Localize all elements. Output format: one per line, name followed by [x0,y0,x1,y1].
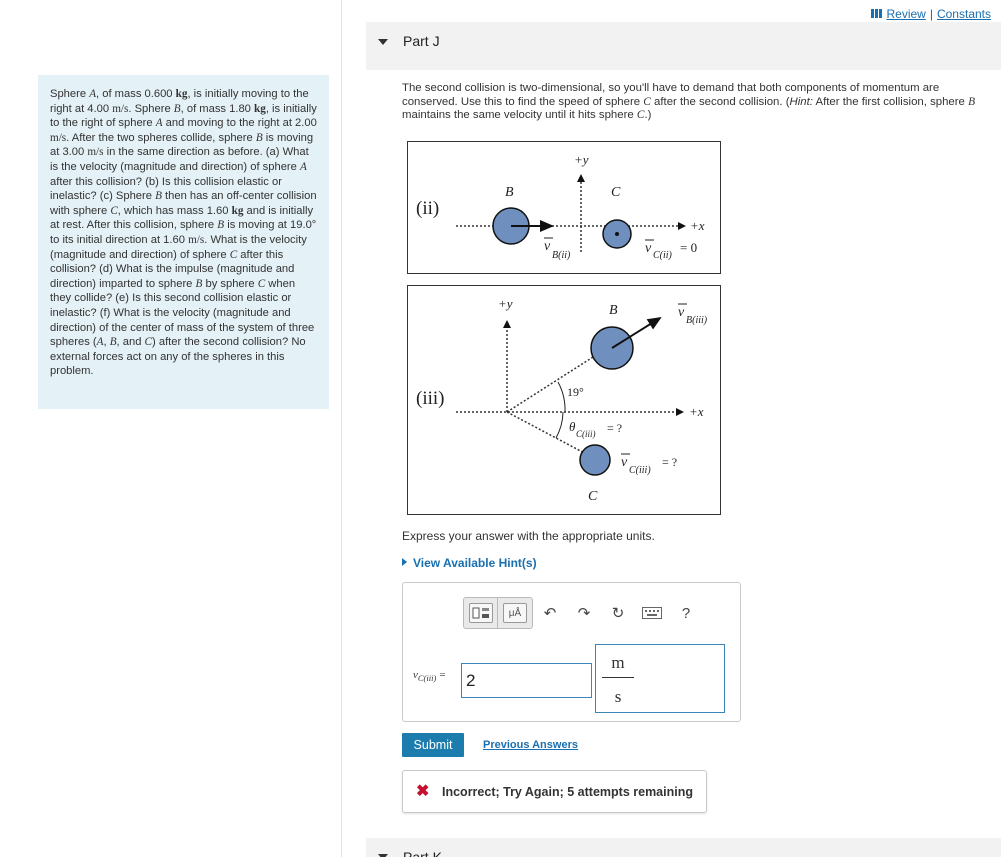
v-symbol-c-ii: v [645,241,652,256]
x-label-iii: +x [689,404,704,419]
units-icon: μÅ [503,603,527,623]
panel-label-ii: (ii) [416,198,439,219]
sphere-c-label-ii: C [611,185,621,200]
unit-fraction-bar [602,677,634,678]
view-hints-label: View Available Hint(s) [413,556,537,570]
left-pane: Sphere A, of mass 0.600 kg, is initially… [0,0,342,857]
x-label-ii: +x [690,218,705,233]
y-axis-arrow-ii [577,174,585,182]
review-link[interactable]: Review [886,7,925,21]
v-symbol-b-ii: v [544,239,551,254]
incorrect-icon: ✖ [416,783,430,800]
help-icon[interactable]: ? [669,598,703,628]
v-sub-c-ii: C(ii) [653,250,673,261]
answer-units-field[interactable]: m s [595,644,725,713]
theta-value: = ? [607,421,622,435]
v-symbol-c-iii: v [621,455,628,470]
template-tools: μÅ [463,597,533,629]
v-value-c-iii: = ? [662,455,677,469]
figure-ii-svg: (ii) +y +x B C v B(ii) v C(ii) = 0 [416,152,705,261]
review-icon [871,9,883,18]
y-label-iii: +y [498,296,513,311]
figure-iii-svg: (iii) +y +x B C 19° θ C(iii) = ? v B(iii… [416,296,708,504]
sphere-c-label-iii: C [588,489,598,504]
figure-collision-ii: (ii) +y +x B C v B(ii) v C(ii) = 0 [407,141,721,274]
constants-link[interactable]: Constants [937,7,991,21]
x-axis-arrow-ii [678,222,686,230]
problem-statement: Sphere A, of mass 0.600 kg, is initially… [38,75,329,409]
top-links: Review | Constants [871,7,991,21]
templates-button[interactable] [464,598,498,628]
sphere-c-iii [579,444,611,476]
v-value-c-ii: = 0 [680,240,697,255]
math-toolbar: μÅ ↶ ↷ ↻ ? [463,597,703,629]
equals-sign: = [439,669,446,681]
angle-arc-b [557,381,566,413]
answer-value-input[interactable] [461,663,592,698]
answer-variable-label: vC(iii) = [413,669,446,683]
part-title: Part J [403,33,440,49]
part-instructions: The second collision is two-dimensional,… [402,82,976,122]
templates-icon [468,603,493,623]
theta-symbol: θ [569,419,576,434]
path-b-iii [506,349,605,413]
view-hints-link[interactable]: View Available Hint(s) [402,556,537,570]
collapse-triangle-icon[interactable] [378,39,388,45]
var-sub: C(iii) [417,673,437,684]
panel-label-iii: (iii) [416,388,445,409]
units-button[interactable]: μÅ [498,598,532,628]
answer-instructions: Express your answer with the appropriate… [402,529,655,543]
sphere-c-ii-dot [615,232,619,236]
v-sub-b-iii: B(iii) [686,315,708,326]
theta-subscript: C(iii) [576,429,596,439]
angle-label-19: 19° [567,385,584,399]
reset-icon[interactable]: ↻ [601,598,635,628]
part-header[interactable]: Part J [366,22,1001,70]
undo-icon[interactable]: ↶ [533,598,567,628]
y-axis-arrow-iii [503,320,511,328]
submit-button[interactable]: Submit [402,733,464,757]
v-symbol-b-iii: v [678,305,685,320]
unit-denominator: s [614,687,622,706]
figure-collision-iii: (iii) +y +x B C 19° θ C(iii) = ? v B(iii… [407,285,721,515]
sphere-b-label-ii: B [505,185,514,200]
sphere-b-label-iii: B [609,303,618,318]
feedback-text: Incorrect; Try Again; 5 attempts remaini… [442,785,693,799]
next-part-header[interactable]: Part K [366,838,1001,857]
v-sub-b-ii: B(ii) [552,250,571,261]
keyboard-glyph [642,607,662,619]
link-separator: | [929,7,933,21]
answer-box: μÅ ↶ ↷ ↻ ? vC(iii)= m s [402,582,741,722]
previous-answers-link[interactable]: Previous Answers [483,739,578,751]
feedback-message: ✖ Incorrect; Try Again; 5 attempts remai… [402,770,707,813]
next-part-title: Part K [403,849,442,857]
unit-numerator: m [611,653,625,672]
x-axis-arrow-iii [676,408,684,416]
expand-triangle-icon [402,558,407,566]
templates-glyph [472,607,489,619]
redo-icon[interactable]: ↷ [567,598,601,628]
keyboard-icon[interactable] [635,598,669,628]
y-label-ii: +y [574,152,589,167]
v-sub-c-iii: C(iii) [629,465,651,476]
angle-arc-c [555,411,564,439]
